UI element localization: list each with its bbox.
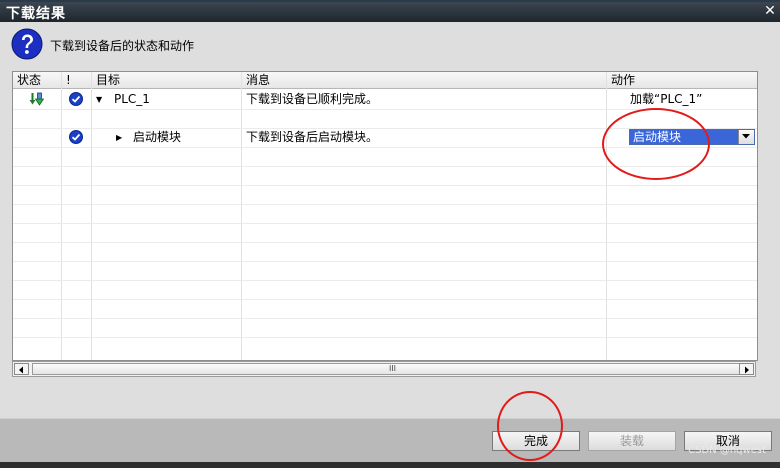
column-header-target[interactable]: 目标 xyxy=(92,72,242,88)
row-divider xyxy=(13,109,757,110)
row-divider xyxy=(13,223,757,224)
expand-arrow-icon[interactable]: ▼ xyxy=(96,90,102,109)
row-divider xyxy=(13,242,757,243)
table-row[interactable]: ▶ 启动模块 下载到设备后启动模块。 启动模块 xyxy=(13,128,757,147)
dropdown-arrow-icon[interactable] xyxy=(738,130,754,144)
row-divider xyxy=(13,147,757,148)
close-icon[interactable]: ✕ xyxy=(762,3,778,19)
action-dropdown[interactable]: 启动模块 xyxy=(629,129,755,145)
question-icon xyxy=(11,28,43,60)
scroll-left-button[interactable] xyxy=(14,363,29,375)
row-divider xyxy=(13,185,757,186)
row-divider xyxy=(13,261,757,262)
watermark: CSDN @hqwest xyxy=(688,445,766,456)
check-icon xyxy=(69,130,83,144)
column-divider xyxy=(61,72,62,360)
horizontal-scrollbar[interactable]: III xyxy=(12,361,756,377)
check-icon xyxy=(69,92,83,106)
row-target: 启动模块 xyxy=(133,130,182,144)
column-header-action[interactable]: 动作 xyxy=(607,72,757,88)
row-message: 下载到设备后启动模块。 xyxy=(246,130,379,144)
title-bar: 下载结果 ✕ xyxy=(0,2,780,22)
header-text: 下载到设备后的状态和动作 xyxy=(50,39,195,53)
action-dropdown-value: 启动模块 xyxy=(630,130,738,144)
download-status-icon xyxy=(29,92,45,106)
column-header-flag[interactable]: ! xyxy=(62,72,92,88)
load-button[interactable]: 装载 xyxy=(588,431,676,451)
row-target: PLC_1 xyxy=(114,92,150,106)
download-results-dialog: 下载结果 ✕ 下载到设备后的状态和动作 状态 ! 目标 消息 动作 ▼ PLC_… xyxy=(0,0,780,468)
dialog-title: 下载结果 xyxy=(6,6,66,22)
column-divider xyxy=(606,72,607,360)
row-divider xyxy=(13,204,757,205)
column-divider xyxy=(241,72,242,360)
dialog-footer: 完成 装载 取消 CSDN @hqwest xyxy=(0,418,780,463)
results-table: 状态 ! 目标 消息 动作 ▼ PLC_1 下载到设备已顺利完成。 加载“PLC… xyxy=(12,71,758,361)
dialog-header: 下载到设备后的状态和动作 xyxy=(0,22,780,66)
bottom-strip xyxy=(0,462,780,468)
row-divider xyxy=(13,337,757,338)
scroll-right-button[interactable] xyxy=(739,363,754,375)
column-header-status[interactable]: 状态 xyxy=(13,72,62,88)
table-row[interactable]: ▼ PLC_1 下载到设备已顺利完成。 加载“PLC_1” xyxy=(13,90,757,109)
finish-button[interactable]: 完成 xyxy=(492,431,580,451)
expand-arrow-icon[interactable]: ▶ xyxy=(116,128,122,147)
row-divider xyxy=(13,318,757,319)
column-divider xyxy=(91,72,92,360)
column-header-message[interactable]: 消息 xyxy=(242,72,607,88)
row-action: 加载“PLC_1” xyxy=(630,92,703,106)
row-divider xyxy=(13,280,757,281)
scroll-thumb[interactable]: III xyxy=(32,363,753,375)
table-header: 状态 ! 目标 消息 动作 xyxy=(13,72,757,89)
row-message: 下载到设备已顺利完成。 xyxy=(246,92,379,106)
row-divider xyxy=(13,166,757,167)
row-divider xyxy=(13,299,757,300)
